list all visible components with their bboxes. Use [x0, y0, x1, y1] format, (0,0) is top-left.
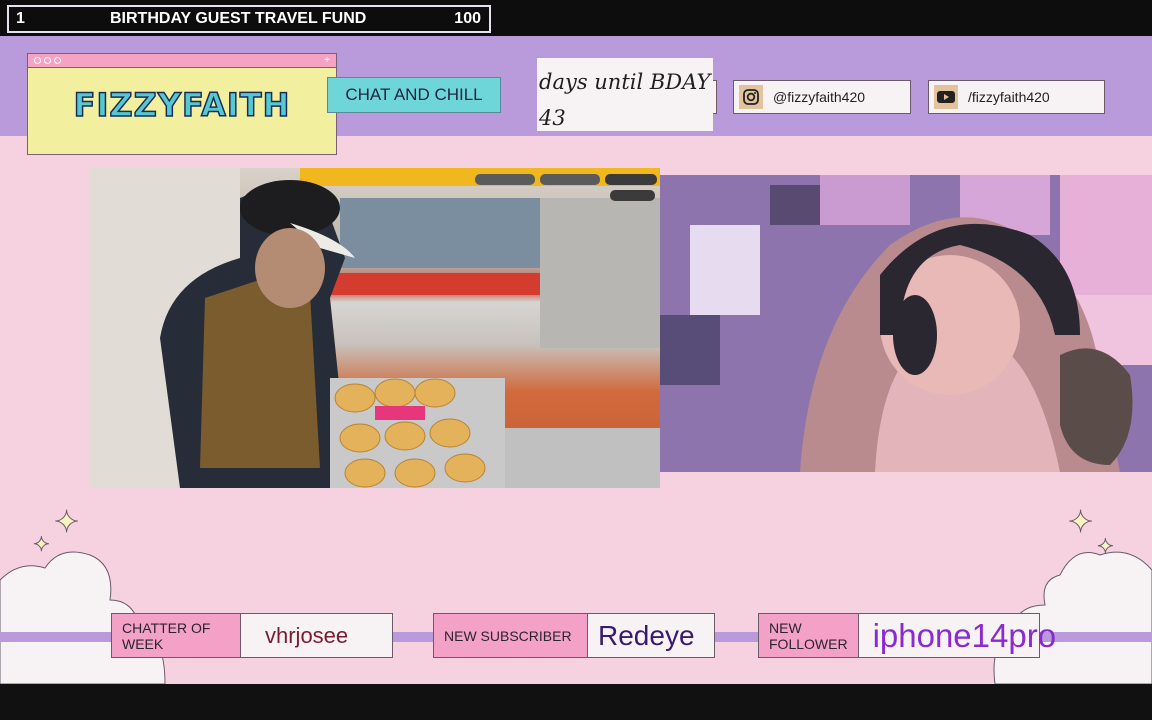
instagram-link[interactable]: @fizzyfaith420	[733, 80, 911, 114]
bottom-bar	[0, 684, 1152, 720]
chat-and-chill-button[interactable]: CHAT AND CHILL	[327, 77, 501, 113]
window-dots-icon	[34, 57, 61, 64]
countdown-label: days until BDAY	[539, 70, 711, 94]
new-subscriber-label: NEW SUBSCRIBER	[434, 614, 588, 657]
youtube-handle: /fizzyfaith420	[968, 89, 1050, 105]
new-subscriber-card: NEW SUBSCRIBER Redeye	[433, 613, 715, 658]
countdown-value: 43	[539, 106, 566, 130]
cloud-right-icon	[993, 551, 1152, 684]
chatter-of-week-value: vhrjosee	[265, 622, 349, 648]
sparkle-icon: ✦	[1067, 506, 1094, 540]
top-bar: 1 BIRTHDAY GUEST TRAVEL FUND 100	[0, 0, 1152, 36]
youtube-link[interactable]: /fizzyfaith420	[928, 80, 1105, 114]
chatter-of-week-label: CHATTER OF WEEK	[112, 614, 241, 657]
goal-bar: 1 BIRTHDAY GUEST TRAVEL FUND 100	[7, 5, 491, 33]
webcam-feed	[660, 175, 1152, 472]
logo-window-titlebar: +	[28, 54, 336, 68]
plus-icon: +	[324, 55, 330, 66]
channel-logo: FIZZYFAITH	[73, 85, 291, 125]
new-follower-value: iphone14pro	[872, 616, 1057, 654]
webcam-image	[660, 175, 1152, 472]
new-follower-label: NEW FOLLOWER	[759, 614, 859, 657]
goal-target: 100	[454, 10, 481, 27]
sparkle-icon: ✦	[53, 506, 80, 540]
chatter-of-week-card: CHATTER OF WEEK vhrjosee	[111, 613, 393, 658]
goal-title: BIRTHDAY GUEST TRAVEL FUND	[110, 10, 367, 27]
instagram-handle: @fizzyfaith420	[773, 89, 866, 105]
logo-window: + FIZZYFAITH	[27, 53, 337, 155]
youtube-icon	[934, 85, 958, 109]
goal-count: 1	[16, 10, 25, 27]
game-scene-image	[90, 168, 660, 488]
instagram-icon	[739, 85, 763, 109]
new-follower-card: NEW FOLLOWER iphone14pro	[758, 613, 1056, 658]
cloud-left-icon	[0, 551, 166, 684]
new-subscriber-value: Redeye	[598, 619, 695, 651]
game-capture	[90, 168, 660, 488]
birthday-countdown: days until BDAY 43	[537, 58, 713, 131]
